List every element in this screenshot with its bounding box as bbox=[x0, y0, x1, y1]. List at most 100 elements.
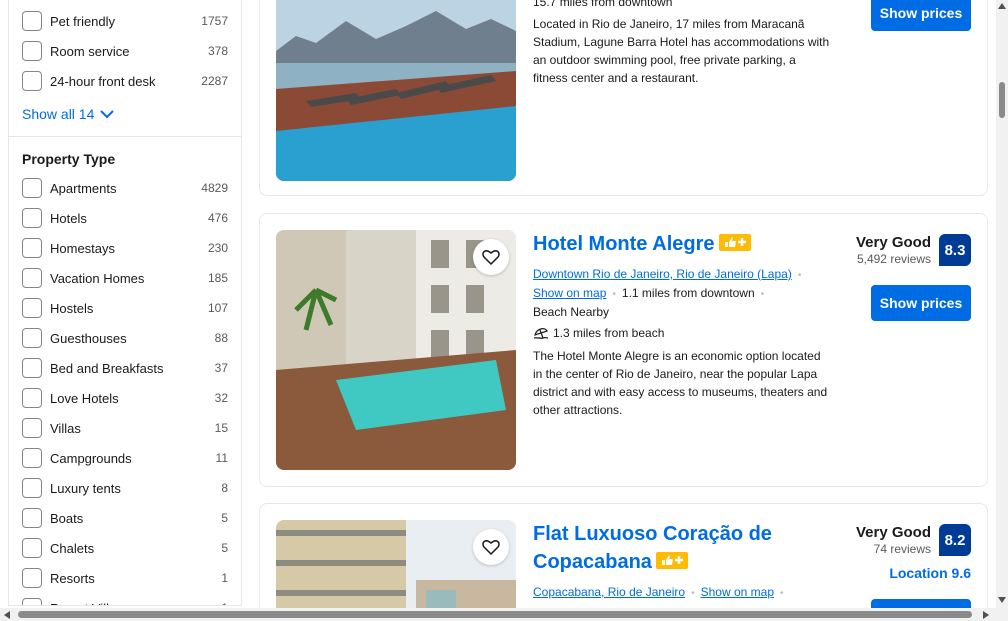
filter-property-type[interactable]: Resorts 1 bbox=[22, 567, 228, 589]
filter-label: Homestays bbox=[50, 240, 116, 256]
filter-label: Chalets bbox=[50, 540, 95, 556]
scroll-right-arrow-icon[interactable] bbox=[983, 611, 989, 619]
filter-property-type[interactable]: Guesthouses 88 bbox=[22, 327, 228, 349]
checkbox[interactable] bbox=[22, 358, 42, 378]
filter-property-type[interactable]: Homestays 230 bbox=[22, 237, 228, 259]
filter-label: Love Hotels bbox=[50, 390, 119, 406]
show-on-map-link[interactable]: Show on map bbox=[701, 585, 774, 599]
filter-count: 1 bbox=[221, 601, 228, 605]
show-prices-button[interactable]: Show prices bbox=[871, 285, 971, 321]
filter-count: 5 bbox=[221, 511, 228, 525]
review-score-badge: 8.3 bbox=[939, 234, 971, 266]
property-description: Located in Rio de Janeiro, 17 miles from… bbox=[533, 17, 830, 85]
preferred-badge-icon bbox=[655, 551, 688, 569]
show-all-label: Show all 14 bbox=[22, 106, 95, 122]
review-score-block[interactable]: Very Good 5,492 reviews 8.3 bbox=[856, 234, 971, 266]
filter-label: Villas bbox=[50, 420, 81, 436]
show-prices-button[interactable]: Show prices bbox=[871, 0, 971, 31]
review-score-badge: 8.2 bbox=[939, 524, 971, 556]
property-photo[interactable] bbox=[276, 0, 516, 181]
show-on-map-link[interactable]: Show on map bbox=[533, 286, 606, 300]
vertical-scrollbar[interactable] bbox=[996, 0, 1008, 608]
filter-property-type[interactable]: Boats 5 bbox=[22, 507, 228, 529]
review-score-block[interactable]: Very Good 74 reviews 8.2 bbox=[856, 524, 971, 556]
property-card: Flat Luxuoso Coração de Copacabana Copac… bbox=[259, 503, 988, 621]
divider bbox=[9, 136, 241, 137]
filter-property-type[interactable]: Hostels 107 bbox=[22, 297, 228, 319]
checkbox[interactable] bbox=[22, 11, 42, 31]
checkbox[interactable] bbox=[22, 208, 42, 228]
filter-property-type[interactable]: Villas 15 bbox=[22, 417, 228, 439]
checkbox[interactable] bbox=[22, 418, 42, 438]
score-word: Very Good bbox=[855, 524, 931, 541]
filter-label: 24-hour front desk bbox=[50, 73, 156, 89]
checkbox[interactable] bbox=[22, 478, 42, 498]
beach-icon bbox=[533, 328, 549, 339]
heart-icon bbox=[482, 250, 500, 265]
checkbox[interactable] bbox=[22, 568, 42, 588]
location-score: Location 9.6 bbox=[889, 565, 971, 581]
filter-property-type[interactable]: Apartments 4829 bbox=[22, 177, 228, 199]
filter-property-type[interactable]: Luxury tents 8 bbox=[22, 477, 228, 499]
horizontal-scroll-thumb[interactable] bbox=[18, 611, 972, 618]
filter-property-type[interactable]: Hotels 476 bbox=[22, 207, 228, 229]
property-name-line2[interactable]: Copacabana bbox=[533, 551, 652, 573]
save-wishlist-button[interactable] bbox=[473, 239, 509, 275]
show-all-facilities-link[interactable]: Show all 14 bbox=[22, 106, 115, 122]
filter-label: Resort Villages bbox=[50, 601, 221, 606]
filter-count: 11 bbox=[215, 451, 228, 465]
property-type-heading: Property Type bbox=[22, 151, 116, 167]
scroll-down-arrow-icon[interactable] bbox=[998, 597, 1006, 603]
scroll-up-arrow-icon[interactable] bbox=[998, 3, 1006, 9]
checkbox[interactable] bbox=[22, 508, 42, 528]
filters-sidebar: Pet friendly 1757 Room service 378 24-ho… bbox=[8, 0, 242, 606]
filter-property-type[interactable]: Love Hotels 32 bbox=[22, 387, 228, 409]
filter-property-type[interactable]: Chalets 5 bbox=[22, 537, 228, 559]
checkbox[interactable] bbox=[22, 298, 42, 318]
checkbox[interactable] bbox=[22, 238, 42, 258]
scroll-left-arrow-icon[interactable] bbox=[4, 611, 10, 619]
property-card: Hotel Monte Alegre Downtown Rio de Janei… bbox=[259, 213, 988, 487]
filter-room-service[interactable]: Room service 378 bbox=[22, 40, 228, 62]
filter-property-type[interactable]: Campgrounds 11 bbox=[22, 447, 228, 469]
horizontal-scrollbar[interactable] bbox=[0, 608, 1008, 621]
distance-text: 1.1 miles from downtown bbox=[621, 286, 755, 300]
filter-label: Hostels bbox=[50, 300, 94, 316]
checkbox[interactable] bbox=[22, 268, 42, 288]
filter-count: 107 bbox=[207, 301, 228, 315]
filter-pet-friendly[interactable]: Pet friendly 1757 bbox=[22, 10, 228, 32]
location-link[interactable]: Copacabana, Rio de Janeiro bbox=[533, 585, 685, 599]
checkbox[interactable] bbox=[22, 178, 42, 198]
filter-count: 185 bbox=[207, 271, 228, 285]
filter-count: 2287 bbox=[201, 74, 228, 88]
filter-property-type[interactable]: Resort Villages1 bbox=[22, 597, 228, 606]
filter-label: Campgrounds bbox=[50, 450, 132, 466]
checkbox[interactable] bbox=[22, 71, 42, 91]
checkbox[interactable] bbox=[22, 328, 42, 348]
checkbox[interactable] bbox=[22, 388, 42, 408]
review-count: 5,492 reviews bbox=[856, 252, 931, 266]
filter-label: Resorts bbox=[50, 570, 95, 586]
checkbox[interactable] bbox=[22, 41, 42, 61]
hotel-pool-image bbox=[276, 0, 516, 181]
filter-count: 1757 bbox=[201, 14, 228, 28]
save-wishlist-button[interactable] bbox=[473, 529, 509, 565]
property-title[interactable]: Hotel Monte Alegre bbox=[533, 230, 751, 258]
review-count: 74 reviews bbox=[873, 542, 931, 556]
chevron-down-icon bbox=[100, 110, 115, 119]
filter-label: Guesthouses bbox=[50, 330, 127, 346]
vertical-scroll-thumb[interactable] bbox=[999, 82, 1005, 118]
filter-property-type[interactable]: Bed and Breakfasts 37 bbox=[22, 357, 228, 379]
filter-count: 37 bbox=[214, 361, 228, 375]
filter-front-desk[interactable]: 24-hour front desk 2287 bbox=[22, 70, 228, 92]
checkbox[interactable] bbox=[22, 538, 42, 558]
filter-property-type[interactable]: Vacation Homes 185 bbox=[22, 267, 228, 289]
property-name[interactable]: Hotel Monte Alegre bbox=[533, 233, 715, 255]
preferred-badge-icon bbox=[718, 233, 751, 251]
filter-label: Pet friendly bbox=[50, 13, 116, 29]
location-link[interactable]: Downtown Rio de Janeiro, Rio de Janeiro … bbox=[533, 267, 792, 281]
property-title[interactable]: Flat Luxuoso Coração de Copacabana bbox=[533, 520, 772, 576]
checkbox[interactable] bbox=[22, 598, 42, 605]
property-name-line1[interactable]: Flat Luxuoso Coração de bbox=[533, 520, 772, 548]
checkbox[interactable] bbox=[22, 448, 42, 468]
